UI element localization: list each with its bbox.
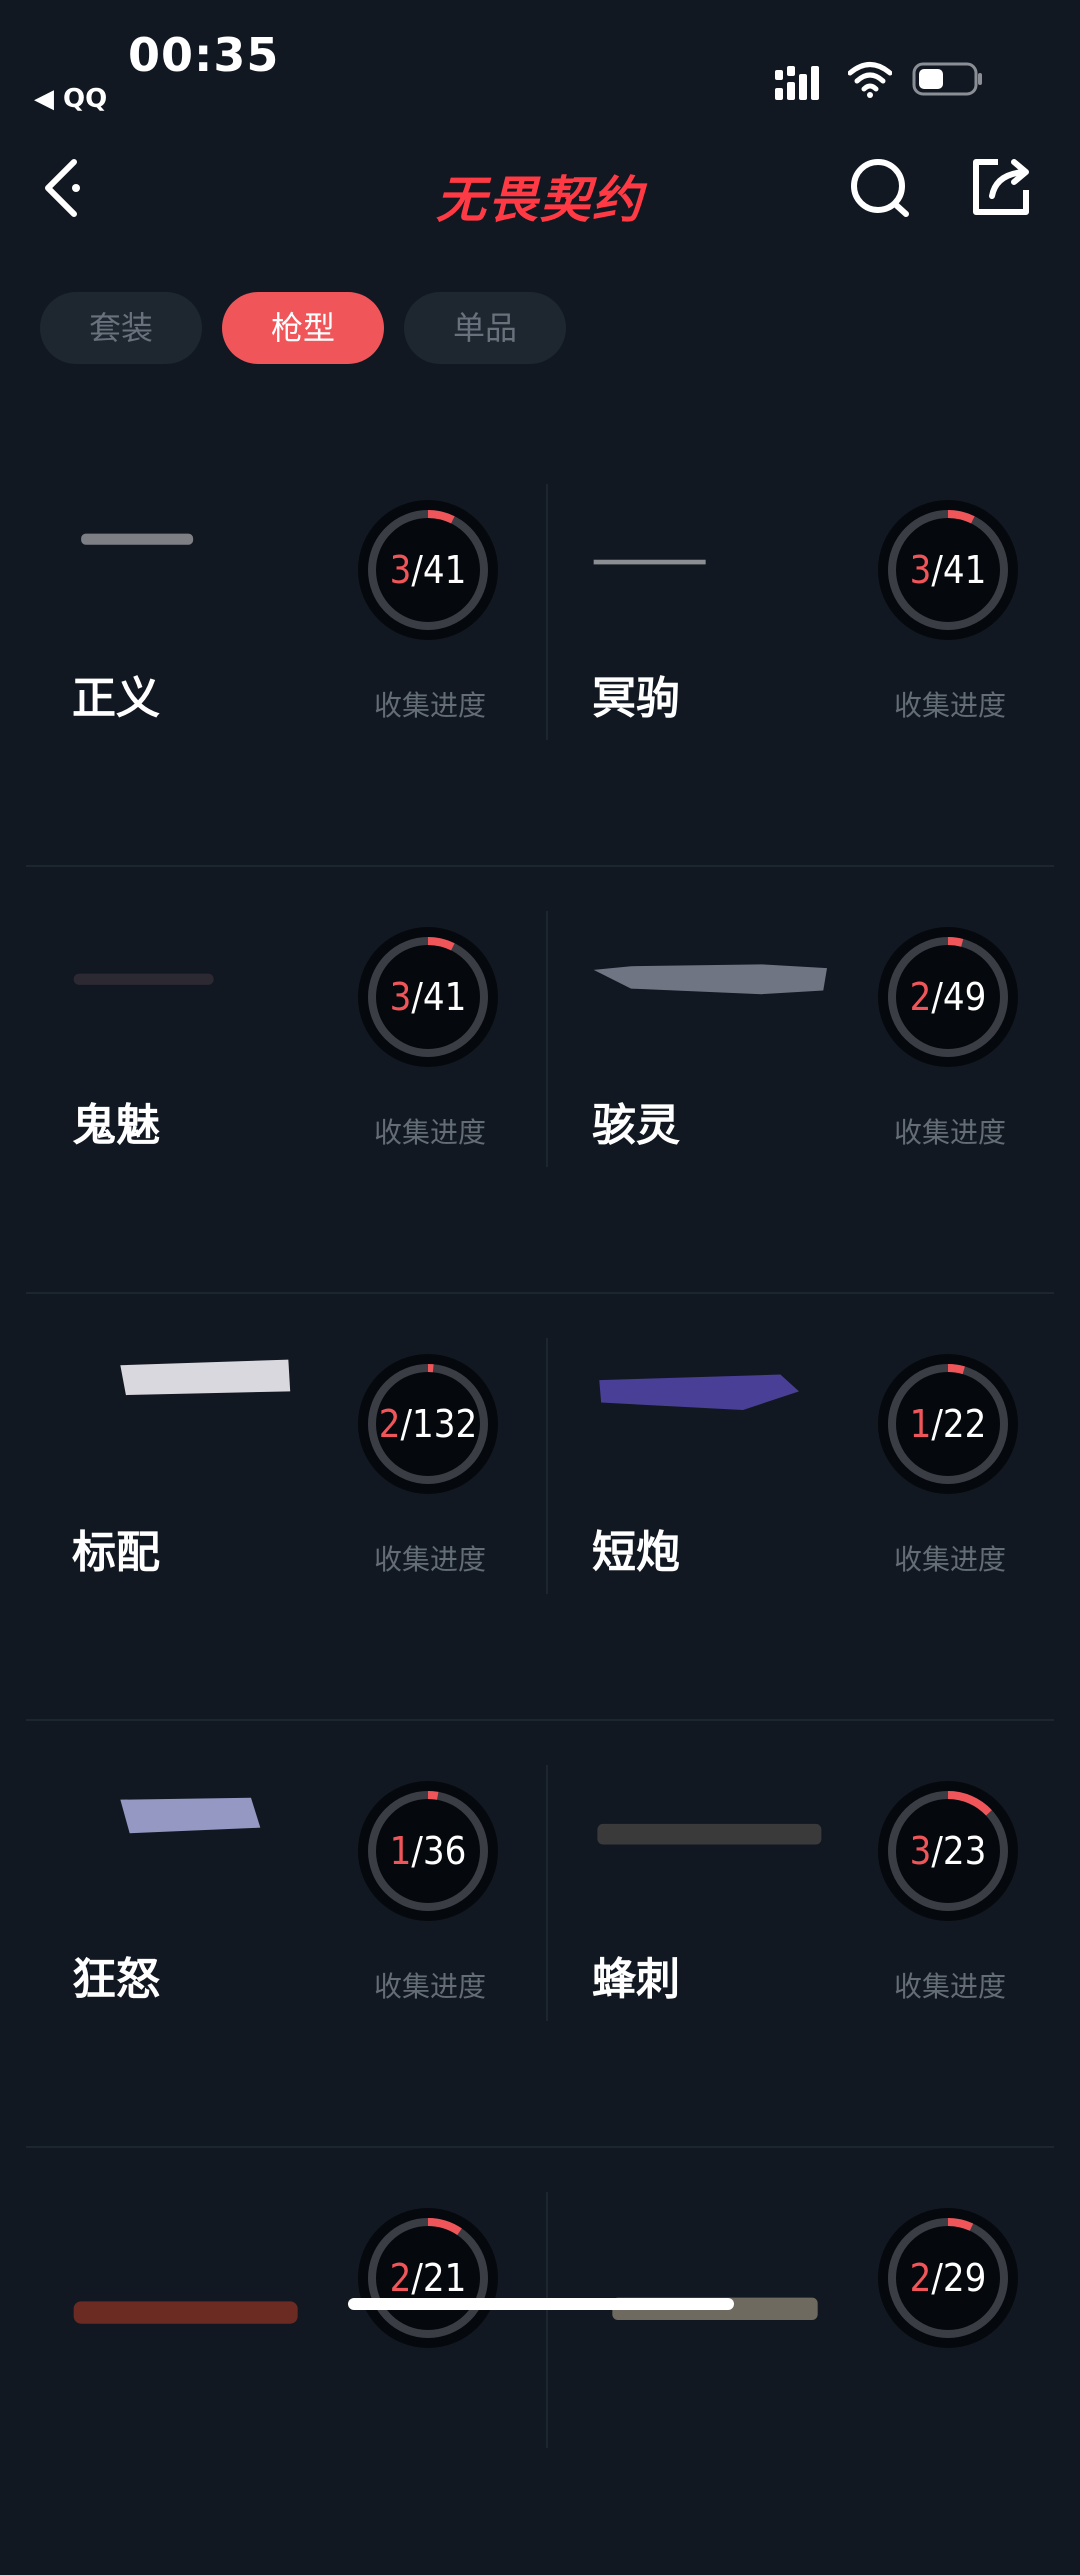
cellular-signal-icon [775, 66, 819, 100]
collection-progress-ring: 3/41 [878, 500, 1018, 640]
collection-count: 1/36 [390, 1829, 467, 1873]
share-icon[interactable] [968, 154, 1034, 220]
collection-count: 3/23 [910, 1829, 987, 1873]
weapon-card[interactable]: 3/41 冥驹 收集进度 [520, 440, 1060, 867]
back-to-app-link[interactable]: ◀ QQ [34, 84, 107, 114]
weapon-card[interactable]: 2/49 骇灵 收集进度 [520, 867, 1060, 1294]
collection-count: 3/41 [390, 975, 467, 1019]
weapon-name: 蜂刺 [592, 1954, 680, 2005]
progress-label: 收集进度 [894, 1116, 1007, 1149]
weapon-card[interactable]: 3/41 正义 收集进度 [0, 440, 540, 867]
weapon-card[interactable]: 3/23 蜂刺 收集进度 [520, 1721, 1060, 2148]
revolver-icon [81, 533, 194, 545]
home-indicator [348, 2298, 734, 2310]
status-time: 00:35 [128, 28, 280, 82]
smg-icon [593, 964, 827, 995]
collection-progress-ring: 2/49 [878, 927, 1018, 1067]
weapon-card[interactable]: 1/36 狂怒 收集进度 [0, 1721, 540, 2148]
weapon-row: 2/21 2/29 [0, 2148, 1080, 2575]
collection-progress-ring: 1/36 [358, 1781, 498, 1921]
tab-weapon-types[interactable]: 枪型 [222, 292, 384, 364]
weapon-row: 1/36 狂怒 收集进度 3/23 蜂刺 收集进度 [0, 1721, 1080, 2148]
weapon-row: 3/41 鬼魅 收集进度 2/49 骇灵 收集进度 [0, 867, 1080, 1294]
collection-progress-ring: 2/29 [878, 2208, 1018, 2348]
shotgun-pistol-icon [599, 1374, 799, 1410]
collection-count: 2/21 [390, 2256, 467, 2300]
weapon-name: 冥驹 [592, 673, 680, 724]
weapon-name: 骇灵 [592, 1100, 680, 1151]
progress-label: 收集进度 [374, 689, 487, 722]
weapon-card[interactable]: 3/41 鬼魅 收集进度 [0, 867, 540, 1294]
collection-progress-ring: 1/22 [878, 1354, 1018, 1494]
progress-label: 收集进度 [894, 689, 1007, 722]
collection-count: 2/29 [910, 2256, 987, 2300]
weapon-card[interactable]: 2/21 [0, 2148, 540, 2575]
collection-count: 2/132 [379, 1402, 478, 1446]
progress-label: 收集进度 [374, 1543, 487, 1576]
collection-progress-ring: 2/132 [358, 1354, 498, 1494]
collection-count: 3/41 [910, 548, 987, 592]
collection-progress-ring: 3/23 [878, 1781, 1018, 1921]
collection-count: 1/22 [910, 1402, 987, 1446]
collection-count: 2/49 [910, 975, 987, 1019]
collection-progress-ring: 2/21 [358, 2208, 498, 2348]
sniper-rifle-icon [593, 559, 706, 565]
battery-icon [912, 62, 982, 96]
weapon-card[interactable]: 1/22 短炮 收集进度 [520, 1294, 1060, 1721]
pistol-icon [120, 1359, 291, 1396]
status-bar: 00:35 ◀ QQ [0, 0, 1080, 120]
collection-progress-ring: 3/41 [358, 500, 498, 640]
weapon-name: 正义 [72, 673, 160, 724]
weapon-name: 短炮 [592, 1527, 680, 1578]
collection-progress-ring: 3/41 [358, 927, 498, 1067]
weapon-name: 鬼魅 [72, 1100, 160, 1151]
smg-icon [597, 1823, 822, 1845]
weapon-card[interactable]: 2/29 [520, 2148, 1060, 2575]
progress-label: 收集进度 [894, 1543, 1007, 1576]
collection-count: 3/41 [390, 548, 467, 592]
weapon-name: 狂怒 [72, 1954, 160, 2005]
weapon-row: 2/132 标配 收集进度 1/22 短炮 收集进度 [0, 1294, 1080, 1721]
nav-bar: 无畏契约 [0, 130, 1080, 240]
machine-pistol-icon [120, 1797, 261, 1834]
weapon-row: 3/41 正义 收集进度 3/41 冥驹 收集进度 [0, 440, 1080, 867]
progress-label: 收集进度 [374, 1116, 487, 1149]
shotgun-icon [73, 2301, 298, 2324]
rifle-icon [612, 2297, 818, 2320]
wifi-icon [848, 62, 892, 98]
weapon-name: 标配 [72, 1527, 160, 1578]
tab-sets[interactable]: 套装 [40, 292, 202, 364]
progress-label: 收集进度 [894, 1970, 1007, 2003]
weapon-card[interactable]: 2/132 标配 收集进度 [0, 1294, 540, 1721]
tab-single-items[interactable]: 单品 [404, 292, 566, 364]
suppressed-pistol-icon [73, 973, 214, 985]
page-title: 无畏契约 [436, 171, 644, 229]
progress-label: 收集进度 [374, 1970, 487, 2003]
search-icon[interactable] [848, 154, 914, 220]
